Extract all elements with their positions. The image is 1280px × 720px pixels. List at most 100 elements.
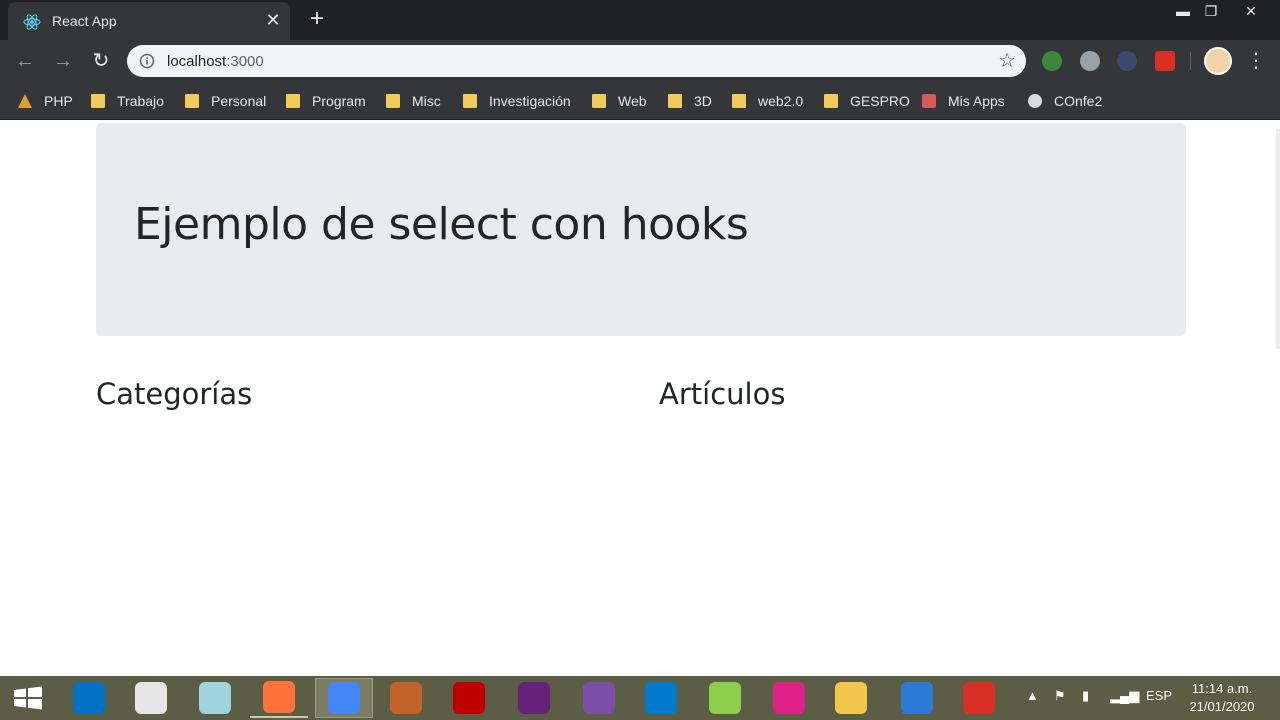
nodejs-extension-icon[interactable] <box>1042 51 1062 71</box>
wamp-icon <box>773 682 805 714</box>
kebab-menu-icon[interactable]: ⋮ <box>1246 48 1266 74</box>
page-title: Ejemplo de select con hooks <box>134 199 749 250</box>
url-text: localhost:3000 <box>167 53 264 70</box>
folder-icon <box>592 94 606 108</box>
bookmark-php[interactable]: PHP <box>18 90 73 112</box>
firefox-icon <box>263 681 295 713</box>
new-tab-button[interactable]: + <box>304 7 330 33</box>
bookmark-web20[interactable]: web2.0 <box>732 90 803 112</box>
folder-icon <box>286 94 300 108</box>
address-bar[interactable]: localhost:3000 ☆ <box>127 45 1026 77</box>
vscode-icon <box>645 682 677 714</box>
windows-start-icon[interactable] <box>8 682 48 714</box>
back-arrow-icon[interactable]: ← <box>12 48 38 74</box>
folder-icon <box>732 94 746 108</box>
taskbar-app-wamp[interactable] <box>760 678 818 718</box>
toolbar-divider <box>1190 52 1191 70</box>
screen-recorder-icon <box>963 682 995 714</box>
github-icon <box>583 682 615 714</box>
taskbar-app-notes[interactable] <box>186 678 244 718</box>
folder-icon <box>185 94 199 108</box>
tray-expand-icon[interactable]: ▲ <box>1026 688 1039 703</box>
bookmark-misc[interactable]: Misc <box>386 90 441 112</box>
chrome-icon <box>328 682 360 714</box>
notepad-plus-icon <box>709 682 741 714</box>
windows-taskbar: ▲ ⚑ ▮ ▂▄▆ ESP 11:14 a.m. 21/01/2020 <box>0 676 1280 720</box>
bookmark-label: Investigación <box>489 93 571 109</box>
bookmark-label: PHP <box>44 93 73 109</box>
language-indicator[interactable]: ESP <box>1146 688 1172 703</box>
folder-icon <box>91 94 105 108</box>
red-extension-icon[interactable] <box>1155 51 1175 71</box>
bookmark-label: COnfe2 <box>1054 93 1103 109</box>
taskbar-app-visual-studio[interactable] <box>505 678 563 718</box>
page-viewport: Ejemplo de select con hooks Categorías A… <box>0 121 1280 676</box>
network-signal-icon[interactable]: ▂▄▆ <box>1110 688 1139 704</box>
taskbar-app-github[interactable] <box>570 678 628 718</box>
url-port: :3000 <box>226 53 264 70</box>
page-scrollbar[interactable] <box>1276 129 1280 349</box>
bookmark-label: 3D <box>694 93 712 109</box>
taskbar-app-vscode[interactable] <box>632 678 690 718</box>
articles-heading: Artículos <box>659 377 786 411</box>
taskbar-app-scanner[interactable] <box>122 678 180 718</box>
bookmark-label: Web <box>618 93 647 109</box>
jumbotron: Ejemplo de select con hooks <box>96 123 1186 336</box>
taskbar-app-chrome[interactable] <box>315 678 373 718</box>
tab-close-icon[interactable]: ✕ <box>262 9 284 31</box>
bookmark-confe2[interactable]: COnfe2 <box>1028 90 1102 112</box>
outlook-icon <box>73 682 105 714</box>
bookmark-program[interactable]: Program <box>286 90 366 112</box>
window-close-button[interactable]: ✕ <box>1232 0 1270 22</box>
folder-icon <box>386 94 400 108</box>
reload-icon[interactable]: ↻ <box>88 48 114 74</box>
bookmark-label: web2.0 <box>758 93 804 109</box>
tab-react-app[interactable]: React App ✕ <box>8 2 290 40</box>
taskbar-app-outlook[interactable] <box>60 678 118 718</box>
folder-icon <box>463 94 477 108</box>
system-clock[interactable]: 11:14 a.m. 21/01/2020 <box>1180 680 1264 716</box>
s-extension-icon[interactable] <box>1080 51 1100 71</box>
bookmark-web[interactable]: Web <box>592 90 647 112</box>
bookmark-gespro[interactable]: GESPRO <box>824 90 910 112</box>
bookmark-trabajo[interactable]: Trabajo <box>91 90 164 112</box>
react-icon <box>23 14 41 30</box>
categories-heading: Categorías <box>96 377 253 411</box>
baseball-glove-icon <box>390 682 422 714</box>
bookmark-mis-apps[interactable]: Mis Apps <box>922 90 1005 112</box>
bookmark-label: Misc <box>412 93 441 109</box>
bookmark-label: Program <box>312 93 366 109</box>
photos-icon <box>901 682 933 714</box>
bookmark-personal[interactable]: Personal <box>185 90 266 112</box>
dark-extension-icon[interactable] <box>1117 51 1137 71</box>
scanner-icon <box>135 682 167 714</box>
taskbar-app-firefox[interactable] <box>250 678 308 718</box>
url-host: localhost <box>167 53 227 70</box>
globe-icon <box>1028 94 1042 108</box>
bookmark-label: Personal <box>211 93 267 109</box>
bookmarks-bar: PHP Trabajo Personal Program Misc Invest… <box>0 82 1280 120</box>
bookmark-label: Trabajo <box>117 93 164 109</box>
php-icon <box>18 94 32 108</box>
bookmark-label: GESPRO <box>850 93 910 109</box>
battery-icon[interactable]: ▮ <box>1082 688 1089 704</box>
window-restore-button[interactable]: ❐ <box>1192 0 1230 22</box>
clock-time: 11:14 a.m. <box>1191 681 1253 696</box>
folder-icon <box>824 94 838 108</box>
clock-date: 21/01/2020 <box>1189 699 1255 714</box>
flag-icon[interactable]: ⚑ <box>1054 688 1066 704</box>
taskbar-app-baseball-glove[interactable] <box>377 678 435 718</box>
taskbar-app-photos[interactable] <box>888 678 946 718</box>
forward-arrow-icon[interactable]: → <box>50 48 76 74</box>
taskbar-app-notepad-plus[interactable] <box>696 678 754 718</box>
taskbar-app-file-explorer[interactable] <box>822 678 880 718</box>
taskbar-app-filezilla[interactable] <box>440 678 498 718</box>
site-info-icon[interactable] <box>139 53 155 69</box>
bookmark-star-icon[interactable]: ☆ <box>998 50 1016 72</box>
visual-studio-icon <box>518 682 550 714</box>
bookmark-3d[interactable]: 3D <box>668 90 712 112</box>
bookmark-investigacion[interactable]: Investigación <box>463 90 571 112</box>
taskbar-app-screen-recorder[interactable] <box>950 678 1008 718</box>
apps-icon <box>922 94 936 108</box>
profile-avatar[interactable] <box>1204 47 1232 75</box>
